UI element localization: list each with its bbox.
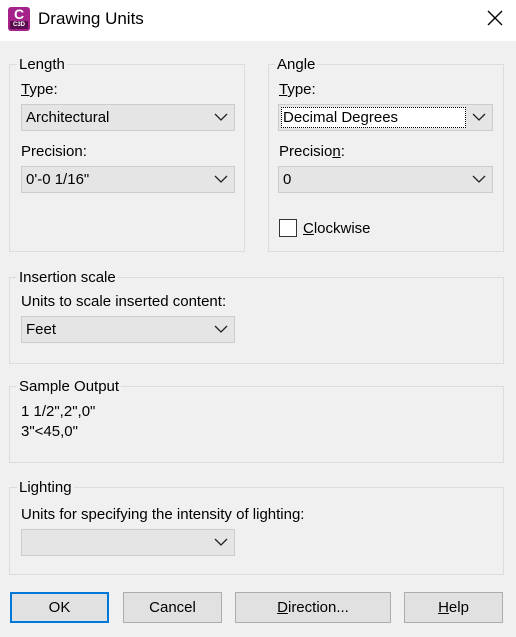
angle-legend: Angle <box>275 56 318 73</box>
insertion-scale-legend: Insertion scale <box>17 269 118 286</box>
insertion-units-select[interactable]: Feet <box>21 316 235 343</box>
sample-output-legend: Sample Output <box>17 378 122 395</box>
length-type-select[interactable]: Architectural <box>21 104 235 131</box>
length-legend: Length <box>17 56 67 73</box>
angle-precision-value: 0 <box>283 171 292 188</box>
app-icon: C C3D <box>8 6 30 31</box>
ok-button[interactable]: OK <box>10 592 109 623</box>
chevron-down-icon <box>214 113 228 121</box>
chevron-down-icon <box>214 538 228 546</box>
length-precision-select[interactable]: 0'-0 1/16" <box>21 166 235 193</box>
lighting-legend: Lighting <box>17 479 74 496</box>
sample-output-line-2: 3"<45,0" <box>21 423 78 440</box>
direction-button[interactable]: Direction... <box>235 592 391 623</box>
angle-type-select[interactable]: Decimal Degrees <box>278 104 493 131</box>
sample-output-group <box>9 386 504 463</box>
title-bar: C C3D Drawing Units <box>0 0 516 41</box>
lighting-units-label: Units for specifying the intensity of li… <box>21 506 305 523</box>
angle-type-label: Type: <box>279 81 316 98</box>
length-type-value: Architectural <box>26 109 110 126</box>
insertion-units-label: Units to scale inserted content: <box>21 293 227 310</box>
insertion-units-value: Feet <box>26 321 57 338</box>
angle-type-value: Decimal Degrees <box>283 109 399 126</box>
length-precision-value: 0'-0 1/16" <box>26 171 90 188</box>
length-type-label: Type: <box>21 81 58 98</box>
chevron-down-icon <box>472 175 486 183</box>
chevron-down-icon <box>472 113 486 121</box>
window-title: Drawing Units <box>38 9 144 28</box>
lighting-units-select[interactable] <box>21 529 235 556</box>
clockwise-checkbox[interactable] <box>279 219 297 237</box>
chevron-down-icon <box>214 175 228 183</box>
close-icon[interactable] <box>482 5 508 31</box>
clockwise-label[interactable]: Clockwise <box>303 220 371 237</box>
angle-precision-select[interactable]: 0 <box>278 166 493 193</box>
chevron-down-icon <box>214 325 228 333</box>
help-button[interactable]: Help <box>404 592 503 623</box>
angle-precision-label: Precision: <box>279 143 345 160</box>
sample-output-line-1: 1 1/2",2",0" <box>21 403 96 420</box>
cancel-button[interactable]: Cancel <box>123 592 222 623</box>
length-precision-label: Precision: <box>21 143 87 160</box>
